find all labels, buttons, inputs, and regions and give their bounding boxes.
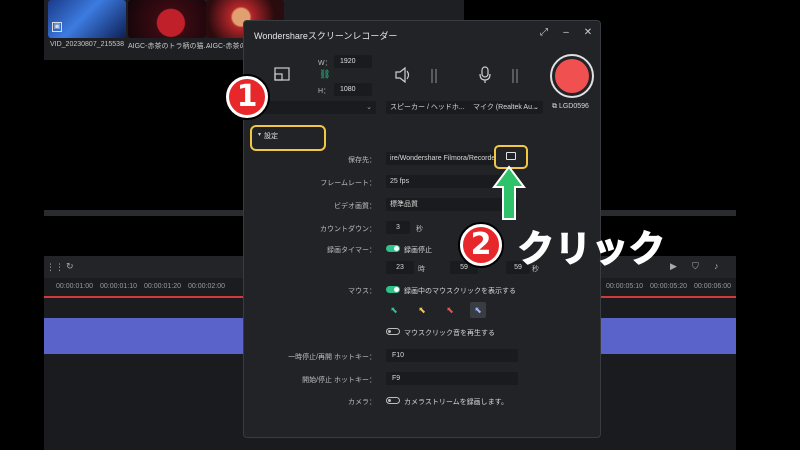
- camera-toggle-text: カメラストリームを録画します。: [404, 399, 508, 406]
- chevron-down-icon: ⌄: [533, 104, 539, 111]
- countdown-label: カウントダウン：: [320, 226, 376, 233]
- close-button[interactable]: ✕: [580, 25, 596, 41]
- cursor-style-green-icon[interactable]: ⬉: [386, 302, 402, 318]
- cursor-style-blue-icon[interactable]: ⬉: [470, 302, 486, 318]
- start-hotkey-input[interactable]: F9: [386, 372, 518, 385]
- speaker-volume-handle[interactable]: [431, 69, 437, 83]
- pause-hotkey-input[interactable]: F10: [386, 349, 518, 362]
- play-icon[interactable]: ▶: [670, 261, 677, 272]
- media-label: VID_20230807_215538: [50, 41, 124, 48]
- pause-hotkey-label: 一時停止/再開 ホットキー：: [288, 354, 376, 361]
- record-timer-toggle[interactable]: [386, 245, 400, 252]
- click-instruction: クリック: [517, 228, 667, 271]
- save-path-field[interactable]: ire/Wondershare Filmora/Recorded: [386, 152, 494, 165]
- click-sound-text: マウスクリック音を再生する: [404, 330, 495, 337]
- save-to-label: 保存先：: [348, 157, 376, 164]
- ruler-tick: 00:00:01:10: [100, 283, 137, 290]
- mic-volume-handle[interactable]: [512, 69, 518, 83]
- record-timer-text: 録画停止: [404, 247, 432, 254]
- width-input[interactable]: 1920: [334, 55, 372, 68]
- height-input[interactable]: 1080: [334, 83, 372, 96]
- record-timer-label: 録画タイマー：: [327, 247, 376, 254]
- mouse-click-toggle[interactable]: [386, 286, 400, 293]
- media-label: AIGC-赤茶の: [206, 43, 247, 50]
- click-sound-toggle[interactable]: [386, 328, 400, 335]
- link-ratio-icon[interactable]: ⛓: [319, 69, 330, 80]
- countdown-unit: 秒: [416, 226, 423, 233]
- camera-device[interactable]: ⧉ LGD0596: [552, 103, 589, 111]
- ruler-tick: 00:00:05:20: [650, 283, 687, 290]
- left-edge: [0, 0, 44, 450]
- shield-icon[interactable]: ⛉: [692, 261, 699, 272]
- media-thumbnail-video[interactable]: [48, 0, 126, 38]
- settings-highlight: [250, 125, 326, 151]
- timer-hours-input[interactable]: 23: [386, 261, 414, 274]
- ruler-tick: 00:00:01:00: [56, 283, 93, 290]
- mic-select-value: マイク (Realtek Au...: [473, 104, 538, 111]
- mic-icon[interactable]: ♪: [714, 261, 719, 271]
- record-dot: [555, 59, 589, 93]
- camera-label: カメラ：: [348, 399, 376, 406]
- dialog-title: Wondershareスクリーンレコーダー: [254, 31, 398, 41]
- countdown-input[interactable]: 3: [386, 221, 410, 234]
- video-type-icon: ▣: [52, 22, 62, 32]
- chevron-down-icon: ⌄: [366, 104, 372, 111]
- media-label: AIGC-赤茶のトラ柄の猫...: [128, 43, 210, 50]
- step-badge-1: 1: [226, 76, 268, 118]
- settings-toggle[interactable]: 設定: [264, 131, 278, 141]
- ruler-tick: 00:00:05:10: [606, 283, 643, 290]
- video-quality-label: ビデオ画質：: [334, 203, 376, 210]
- height-label: H：: [318, 88, 331, 95]
- mouse-label: マウス：: [348, 288, 376, 295]
- folder-icon[interactable]: [506, 152, 516, 160]
- pip-icon[interactable]: ⤢: [536, 25, 552, 41]
- mouse-click-text: 録画中のマウスクリックを表示する: [404, 288, 516, 295]
- grid-icon[interactable]: ⋮⋮: [46, 262, 64, 273]
- caret-down-icon: ▾: [258, 132, 262, 138]
- media-thumbnail-cat[interactable]: [128, 0, 206, 38]
- camera-device-label: LGD0596: [558, 103, 589, 110]
- webcam-icon: ⧉: [552, 103, 557, 110]
- cursor-style-red-icon[interactable]: ⬉: [442, 302, 458, 318]
- refresh-icon[interactable]: ↻: [66, 261, 74, 272]
- dialog-titlebar[interactable]: Wondershareスクリーンレコーダー ⤢ – ✕: [244, 21, 600, 47]
- step-badge-2: 2: [460, 224, 502, 266]
- camera-toggle[interactable]: [386, 397, 400, 404]
- minimize-button[interactable]: –: [558, 25, 574, 41]
- cursor-style-yellow-icon[interactable]: ⬉: [414, 302, 430, 318]
- mic-select[interactable]: マイク (Realtek Au... ⌄: [469, 101, 543, 114]
- ruler-tick: 00:00:02:00: [188, 283, 225, 290]
- ruler-tick: 00:00:06:00: [694, 283, 731, 290]
- timer-hours-unit: 時: [418, 266, 425, 273]
- microphone-icon[interactable]: [478, 66, 492, 84]
- record-button[interactable]: [550, 54, 594, 98]
- framerate-label: フレームレート：: [320, 180, 376, 187]
- start-hotkey-label: 開始/停止 ホットキー：: [302, 377, 376, 384]
- speaker-icon[interactable]: [394, 67, 412, 83]
- up-arrow-icon: [492, 165, 526, 220]
- speaker-select-value: スピーカー / ヘッドホ...: [390, 104, 465, 111]
- width-label: W：: [318, 60, 332, 67]
- screen-area-icon[interactable]: [274, 67, 290, 81]
- ruler-tick: 00:00:01:20: [144, 283, 181, 290]
